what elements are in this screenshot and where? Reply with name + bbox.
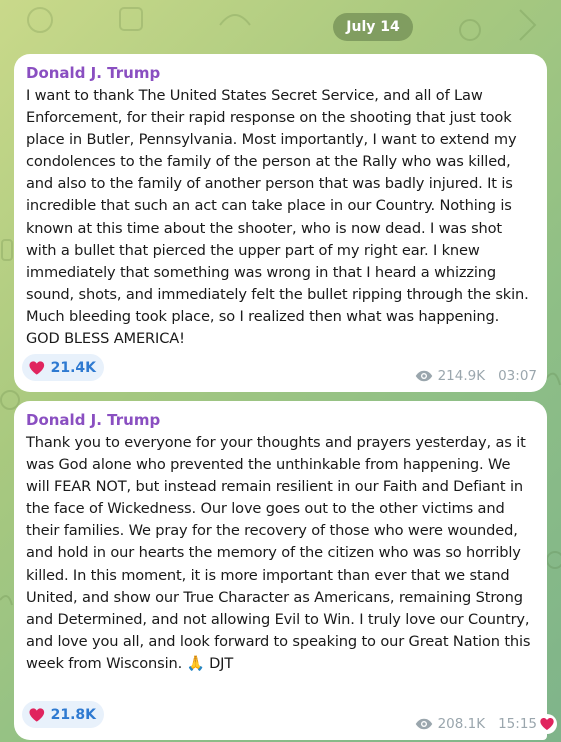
eye-icon	[415, 718, 432, 730]
message-text: Thank you to everyone for your thoughts …	[26, 434, 531, 672]
message-author[interactable]: Donald J. Trump	[26, 62, 535, 84]
message-meta: 214.9K 03:07	[415, 368, 537, 384]
date-separator: July 14	[333, 13, 413, 41]
message-meta: 208.1K 15:15	[415, 716, 537, 732]
corner-reaction-badge[interactable]	[537, 714, 557, 734]
eye-icon	[415, 370, 432, 382]
view-count: 214.9K	[437, 368, 486, 384]
message-time: 15:15	[498, 716, 537, 732]
view-count: 208.1K	[437, 716, 486, 732]
message-bubble[interactable]: Donald J. Trump I want to thank The Unit…	[14, 54, 547, 392]
message-author[interactable]: Donald J. Trump	[26, 409, 535, 431]
red-heart-icon	[540, 718, 554, 730]
reaction-button[interactable]: 21.4K	[22, 354, 104, 381]
red-heart-icon	[29, 360, 45, 375]
message-text: I want to thank The United States Secret…	[26, 87, 529, 348]
red-heart-icon	[29, 707, 45, 722]
message-bubble[interactable]: Donald J. Trump Thank you to everyone fo…	[14, 401, 547, 740]
reaction-count: 21.8K	[50, 706, 96, 723]
reaction-button[interactable]: 21.8K	[22, 701, 104, 728]
reaction-count: 21.4K	[50, 359, 96, 376]
message-time: 03:07	[498, 368, 537, 384]
